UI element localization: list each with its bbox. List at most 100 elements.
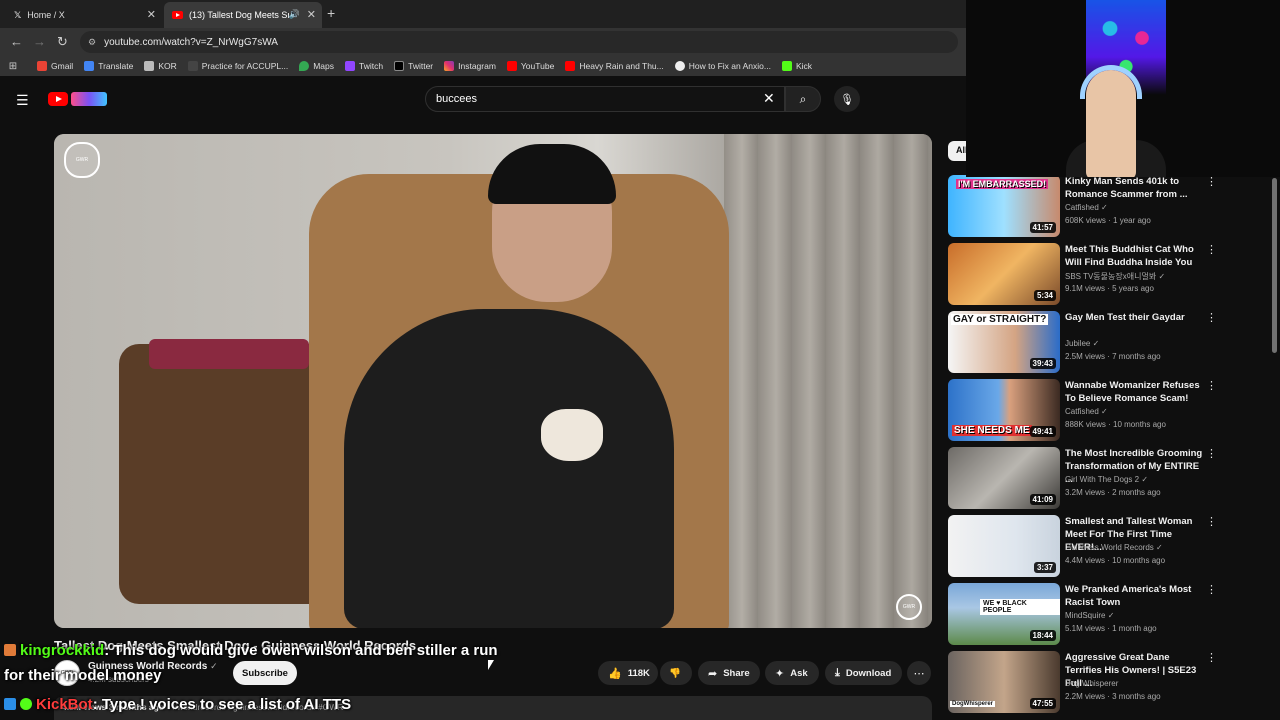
- more-vert-icon[interactable]: ⋮: [1206, 243, 1217, 256]
- bookmark-gmail[interactable]: Gmail: [37, 61, 73, 71]
- close-icon[interactable]: ✕: [147, 8, 156, 21]
- duration-badge: 41:57: [1029, 222, 1056, 233]
- bookmark-kick[interactable]: Kick: [781, 61, 812, 71]
- thumbnail-caption: DogWhisperer: [950, 701, 996, 707]
- url-field[interactable]: ⚙ youtube.com/watch?v=Z_NrWgG7sWA: [80, 31, 958, 53]
- recommendation-channel[interactable]: Dog Whisperer: [1065, 679, 1118, 688]
- chat-text: : Type ! voices to see a list of AI TTS: [92, 696, 352, 713]
- recommendation-channel[interactable]: SBS TV동물농장x애니멀봐 ✓: [1065, 271, 1165, 282]
- thumbs-down-icon: 👎: [669, 667, 681, 679]
- video-thumbnail[interactable]: 41:09: [948, 447, 1060, 509]
- recommendation-title[interactable]: Wannabe Womanizer Refuses To Believe Rom…: [1065, 379, 1203, 405]
- more-vert-icon[interactable]: ⋮: [1206, 583, 1217, 596]
- ask-button[interactable]: ✦ Ask: [765, 661, 819, 685]
- more-vert-icon[interactable]: ⋮: [1206, 515, 1217, 528]
- video-thumbnail[interactable]: 3:37: [948, 515, 1060, 577]
- subscribe-button[interactable]: Subscribe: [233, 661, 297, 685]
- maps-icon: [299, 61, 310, 71]
- youtube-masthead: ☰ buccees ✕ ⌕ 🎙: [0, 76, 948, 124]
- apps-grid-icon[interactable]: ⊞: [0, 61, 26, 72]
- bookmark-translate[interactable]: Translate: [84, 61, 133, 71]
- search-input[interactable]: buccees: [425, 86, 785, 112]
- more-actions-icon[interactable]: ⋯: [907, 661, 931, 685]
- back-icon[interactable]: ←: [10, 34, 23, 49]
- recommendation-meta: 4.4M views · 10 months ago: [1065, 556, 1166, 565]
- bookmark-maps[interactable]: Maps: [299, 61, 334, 71]
- download-icon: ⤓: [835, 666, 840, 679]
- video-chihuahua: [541, 409, 603, 461]
- chat-username: kingrockkid: [20, 642, 105, 659]
- bookmark-twitch[interactable]: Twitch: [345, 61, 383, 71]
- kick-icon: [781, 61, 792, 71]
- webcam-overlay: [966, 0, 1280, 177]
- recommendation-title[interactable]: We Pranked America's Most Racist Town: [1065, 583, 1203, 609]
- x-icon: 𝕏: [14, 9, 22, 20]
- video-thumbnail[interactable]: WE ♥ BLACK PEOPLE 18:44: [948, 583, 1060, 645]
- recommendation-channel[interactable]: Jubilee ✓: [1065, 339, 1099, 348]
- close-icon[interactable]: ✕: [307, 8, 316, 21]
- video-thumbnail[interactable]: DogWhisperer 47:55: [948, 651, 1060, 713]
- bookmark-accuplacer[interactable]: Practice for ACCUPL...: [187, 61, 288, 71]
- recommendation-title[interactable]: Kinky Man Sends 401k to Romance Scammer …: [1065, 175, 1203, 201]
- video-thumbnail[interactable]: GAY or STRAIGHT? 39:43: [948, 311, 1060, 373]
- more-vert-icon[interactable]: ⋮: [1206, 651, 1217, 664]
- chat-message-continued: for their model money: [4, 667, 162, 684]
- tab-home-x[interactable]: 𝕏 Home / X ✕: [6, 2, 162, 28]
- doodle-icon: [71, 92, 107, 106]
- sidebar-scrollbar[interactable]: [1272, 178, 1277, 353]
- recommendation-channel[interactable]: Guinness World Records ✓: [1065, 543, 1163, 552]
- guinness-logo-icon: GWR: [64, 142, 100, 178]
- dislike-button[interactable]: 👎: [660, 661, 692, 685]
- recommendation-channel[interactable]: MindSquire ✓: [1065, 611, 1114, 620]
- search-button[interactable]: ⌕: [785, 86, 821, 112]
- bookmark-twitter[interactable]: Twitter: [394, 61, 433, 71]
- like-button[interactable]: 👍 118K: [598, 661, 658, 685]
- tab-strip: 𝕏 Home / X ✕ (13) Tallest Dog Meets Smal…: [0, 0, 966, 28]
- globe-icon: [674, 61, 685, 71]
- bookmark-kor[interactable]: KOR: [144, 61, 177, 71]
- verified-icon: ✓: [1101, 407, 1108, 416]
- recommendation-title[interactable]: Meet This Buddhist Cat Who Will Find Bud…: [1065, 243, 1203, 269]
- speaker-icon[interactable]: 🔊: [289, 9, 300, 20]
- verified-icon: ✓: [1158, 272, 1166, 281]
- more-vert-icon[interactable]: ⋮: [1206, 311, 1217, 324]
- clear-search-icon[interactable]: ✕: [763, 90, 775, 107]
- recommendation-item[interactable]: WE ♥ BLACK PEOPLE 18:44 We Pranked Ameri…: [948, 583, 1270, 645]
- recommendation-title[interactable]: Gay Men Test their Gaydar: [1065, 311, 1203, 324]
- menu-icon[interactable]: ☰: [16, 92, 29, 109]
- bookmark-anxiety[interactable]: How to Fix an Anxio...: [674, 61, 771, 71]
- youtube-logo[interactable]: [48, 91, 108, 107]
- new-tab-button[interactable]: +: [327, 5, 335, 21]
- video-thumbnail[interactable]: SHE NEEDS ME 49:41: [948, 379, 1060, 441]
- recommendation-item[interactable]: 5:34 Meet This Buddhist Cat Who Will Fin…: [948, 243, 1270, 305]
- video-thumbnail[interactable]: I'M EMBARRASSED! 41:57: [948, 175, 1060, 237]
- mouse-cursor-icon: [488, 660, 494, 670]
- more-vert-icon[interactable]: ⋮: [1206, 379, 1217, 392]
- download-button[interactable]: ⤓ Download: [825, 661, 902, 685]
- recommendation-channel[interactable]: Catfished ✓: [1065, 407, 1108, 416]
- site-info-icon[interactable]: ⚙: [88, 37, 96, 48]
- video-curtain: [724, 134, 932, 628]
- recommendation-item[interactable]: DogWhisperer 47:55 Aggressive Great Dane…: [948, 651, 1270, 713]
- recommendation-channel[interactable]: Catfished ✓: [1065, 203, 1108, 212]
- bookmark-heavy-rain[interactable]: Heavy Rain and Thu...: [565, 61, 664, 71]
- video-thumbnail[interactable]: 5:34: [948, 243, 1060, 305]
- recommendation-item[interactable]: 41:09 The Most Incredible Grooming Trans…: [948, 447, 1270, 509]
- tab-youtube[interactable]: (13) Tallest Dog Meets Smal 🔊 ✕: [164, 2, 322, 28]
- url-text: youtube.com/watch?v=Z_NrWgG7sWA: [104, 36, 278, 48]
- recommendation-item[interactable]: GAY or STRAIGHT? 39:43 Gay Men Test thei…: [948, 311, 1270, 373]
- bookmark-instagram[interactable]: Instagram: [444, 61, 496, 71]
- forward-icon[interactable]: →: [33, 34, 46, 49]
- bookmark-youtube[interactable]: YouTube: [506, 61, 554, 71]
- voice-search-button[interactable]: 🎙: [834, 86, 860, 112]
- recommendation-channel[interactable]: Girl With The Dogs 2 ✓: [1065, 475, 1148, 484]
- tab-title: Home / X: [27, 10, 65, 20]
- youtube-icon: [506, 61, 517, 71]
- recommendation-item[interactable]: 3:37 Smallest and Tallest Woman Meet For…: [948, 515, 1270, 577]
- recommendation-item[interactable]: I'M EMBARRASSED! 41:57 Kinky Man Sends 4…: [948, 175, 1270, 237]
- more-vert-icon[interactable]: ⋮: [1206, 447, 1217, 460]
- share-button[interactable]: ➦ Share: [698, 661, 760, 685]
- recommendation-item[interactable]: SHE NEEDS ME 49:41 Wannabe Womanizer Ref…: [948, 379, 1270, 441]
- reload-icon[interactable]: ↻: [57, 34, 68, 50]
- video-player[interactable]: GWR GWR: [54, 134, 932, 628]
